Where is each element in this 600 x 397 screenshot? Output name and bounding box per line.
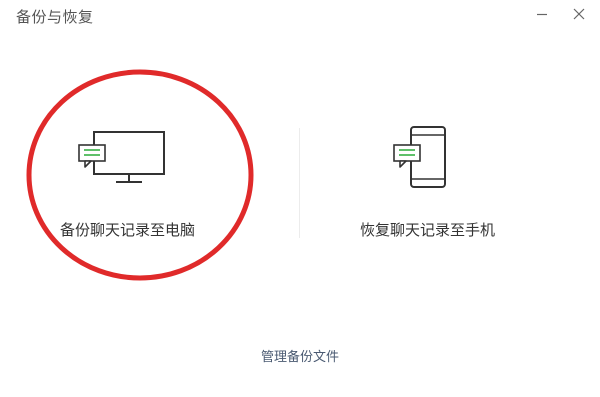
manage-backup-files-link-row: 管理备份文件 xyxy=(0,346,600,365)
minimize-button[interactable] xyxy=(529,3,555,25)
manage-backup-files-link[interactable]: 管理备份文件 xyxy=(261,350,339,365)
window-title: 备份与恢复 xyxy=(16,8,94,26)
backup-to-pc-label: 备份聊天记录至电脑 xyxy=(60,221,196,239)
minimize-icon xyxy=(537,13,547,16)
vertical-divider xyxy=(299,128,300,238)
phone-chat-icon xyxy=(391,126,451,196)
backup-restore-window: 备份与恢复 备份聊天记录至电脑 恢复聊天记录至手机 管理备份文件 xyxy=(0,0,600,397)
restore-to-phone-label: 恢复聊天记录至手机 xyxy=(360,221,496,239)
backup-to-pc-option[interactable]: 备份聊天记录至电脑 xyxy=(30,62,266,298)
restore-to-phone-option[interactable]: 恢复聊天记录至手机 xyxy=(318,62,554,298)
close-icon xyxy=(573,8,585,20)
close-button[interactable] xyxy=(566,3,592,25)
monitor-chat-icon xyxy=(76,130,172,194)
